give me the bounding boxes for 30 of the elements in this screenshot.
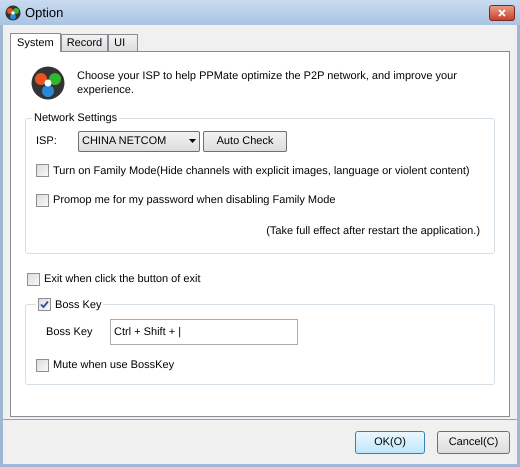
close-button[interactable] (489, 4, 515, 20)
checkbox[interactable] (38, 298, 51, 312)
tab[interactable]: Record (60, 34, 108, 51)
checkbox[interactable] (36, 358, 49, 372)
intro-text: Choose your ISP to help PPMate optimize the P2P network, and improve your experience. (77, 69, 458, 97)
caret-icon (189, 139, 196, 143)
app-logo-icon (5, 4, 21, 20)
checkbox-label: Mute when use BossKey (53, 358, 174, 373)
checkbox[interactable] (27, 272, 40, 286)
auto-check-button[interactable]: Auto Check (203, 130, 287, 152)
group-title: Network Settings (33, 111, 118, 126)
close-icon (498, 8, 506, 16)
restart-note: (Take full effect after restart the application.) (266, 224, 480, 238)
window-title: Option (25, 4, 64, 22)
tab[interactable]: UI (108, 34, 138, 51)
checkbox-label: Promop me for my password when disabling Family Mode (53, 193, 336, 208)
checkbox-label: Exit when click the button of exit (44, 272, 201, 287)
tab[interactable]: System (10, 33, 61, 52)
boss-key-label: Boss Key (46, 324, 94, 340)
dialog-button[interactable]: Cancel(C) (437, 430, 510, 454)
app-logo-icon (31, 66, 65, 100)
checkbox-label: Boss Key (55, 298, 102, 312)
checkbox-label: Turn on Family Mode(Hide channels with explicit images, language or violent content) (53, 164, 470, 178)
checkbox[interactable] (36, 194, 49, 207)
boss-key-field[interactable]: Ctrl + Shift + | (110, 319, 298, 345)
dialog-button[interactable]: OK(O) (355, 430, 425, 454)
isp-dropdown[interactable]: CHINA NETCOM (78, 130, 200, 152)
checkbox[interactable] (36, 164, 49, 178)
checkmark-icon (40, 300, 49, 310)
isp-label: ISP: (36, 134, 58, 149)
